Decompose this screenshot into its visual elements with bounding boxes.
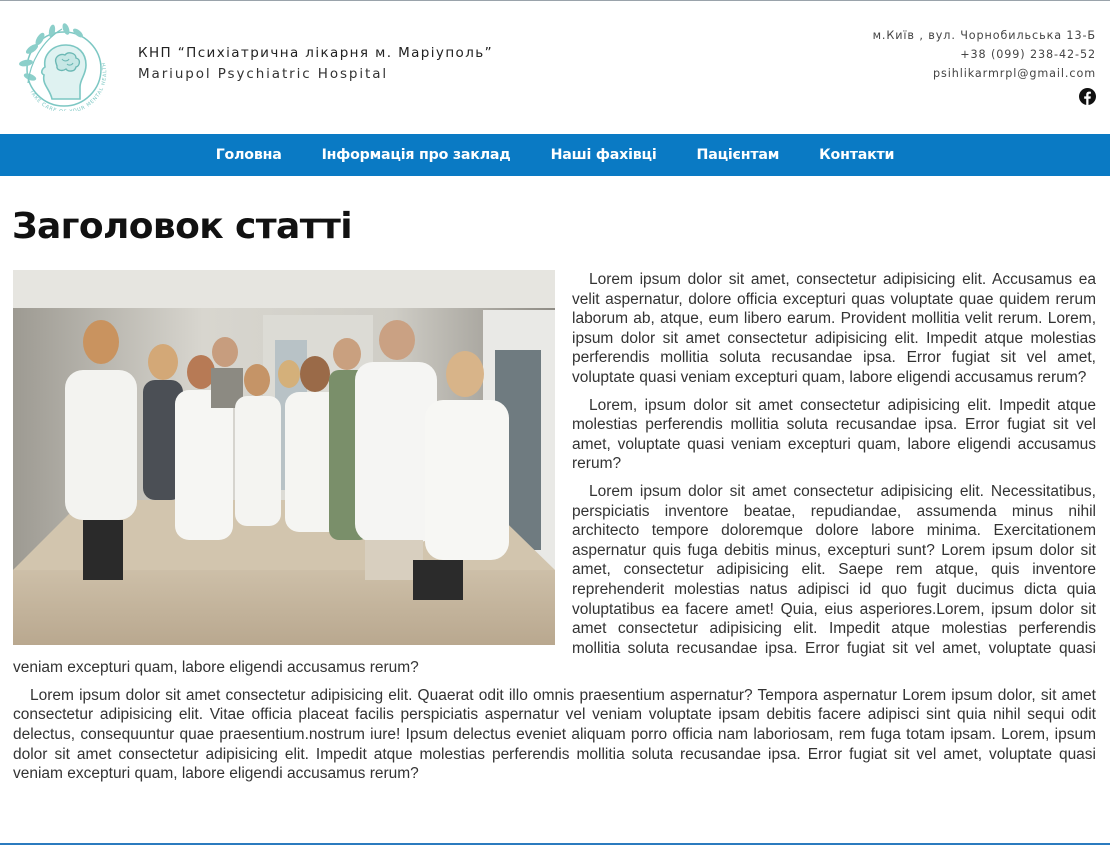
staff-group-photo (13, 270, 555, 645)
address-text: м.Київ , вул. Чорнобильська 13-Б (872, 29, 1096, 42)
hospital-name-ua: КНП “Психіатрична лікарня м. Маріуполь” (138, 45, 493, 61)
hospital-logo[interactable]: TAKE CARE OF YOUR MENTAL HEALTH (12, 19, 108, 115)
nav-item-contacts[interactable]: Контакти (819, 147, 894, 163)
article-title: Заголовок статті (12, 206, 353, 247)
facebook-icon[interactable] (1079, 88, 1096, 105)
email-link[interactable]: psihlikarmrpl@gmail.com (873, 64, 1096, 83)
nav-item-about[interactable]: Інформація про заклад (322, 147, 511, 163)
contact-block: м.Київ , вул. Чорнобильська 13-Б +38 (09… (873, 26, 1096, 109)
hospital-name-en: Mariupol Psychiatric Hospital (138, 66, 389, 82)
hospital-brand: КНП “Психіатрична лікарня м. Маріуполь” … (138, 45, 493, 82)
phone-link[interactable]: +38 (099) 238-42-52 (873, 45, 1096, 64)
nav-item-specialists[interactable]: Наші фахівці (551, 147, 657, 163)
main-navigation: Головна Інформація про заклад Наші фахів… (0, 134, 1110, 176)
article-paragraph-4: Lorem ipsum dolor sit amet consectetur a… (13, 686, 1096, 783)
nav-item-home[interactable]: Головна (216, 147, 282, 163)
logo-emblem: TAKE CARE OF YOUR MENTAL HEALTH (19, 23, 108, 115)
site-header: TAKE CARE OF YOUR MENTAL HEALTH КНП “Пси… (0, 1, 1110, 134)
nav-item-patients[interactable]: Пацієнтам (697, 147, 780, 163)
article-body: Lorem ipsum dolor sit amet, consectetur … (13, 270, 1096, 792)
